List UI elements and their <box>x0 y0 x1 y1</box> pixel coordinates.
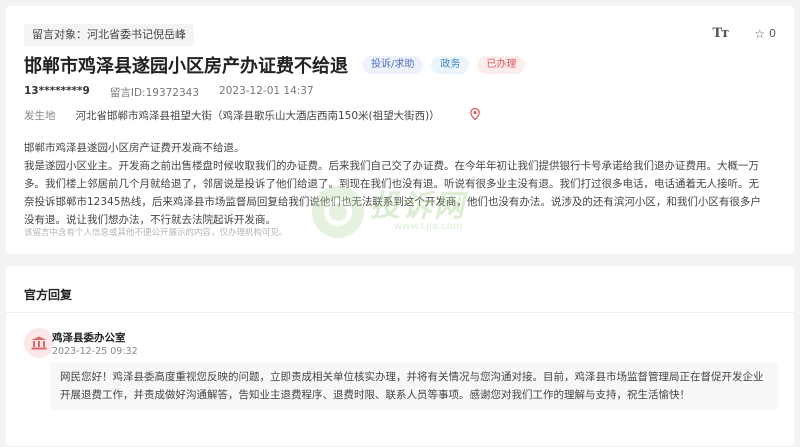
location-address: 河北省邯郸市鸡泽县祖望大街（鸡泽县歌乐山大酒店西南150米(祖望大街西)） <box>75 110 440 122</box>
location-row: 发生地 河北省邯郸市鸡泽县祖望大街（鸡泽县歌乐山大酒店西南150米(祖望大街西)… <box>24 107 480 123</box>
watermark-url: www.Ljia.com <box>394 221 463 232</box>
privacy-notice: 该留言中含有个人信息或其他不便公开展示的内容，仅办理机构可见。 <box>24 228 288 238</box>
favorite-count: 0 <box>769 27 776 40</box>
divider <box>6 312 794 313</box>
reply-date: 2023-12-25 09:32 <box>52 346 138 357</box>
message-datetime: 2023-12-01 14:37 <box>219 85 314 97</box>
font-size-icon: Tт <box>712 26 730 41</box>
star-icon: ☆ <box>754 26 765 41</box>
page-title: 邯郸市鸡泽县遂园小区房产办证费不给退 <box>24 56 348 77</box>
map-pin-icon[interactable] <box>469 107 480 123</box>
font-size-button[interactable]: Tт <box>712 26 730 41</box>
favorite-button[interactable]: ☆ 0 <box>754 27 776 41</box>
site-watermark: 投诉网 www.Ljia.com <box>312 186 466 238</box>
official-reply-card: 官方回复 鸡泽县委办公室 2023-12-25 09:32 网民您好！鸡泽县委高… <box>6 266 794 446</box>
reply-organization: 鸡泽县委办公室 <box>52 332 126 344</box>
status-badge: 已办理 <box>477 56 526 74</box>
reply-content: 网民您好！鸡泽县委高度重视您反映的问题，立即责成相关单位核实办理，并将有关情况与… <box>50 362 778 410</box>
message-subject: 邯郸市鸡泽县遂园小区房产证费开发商不给退。 <box>24 142 245 154</box>
user-id: 13********9 <box>24 85 90 97</box>
title-row: 邯郸市鸡泽县遂园小区房产办证费不给退 投诉/求助 政务 已办理 <box>24 52 526 78</box>
message-id: 留言ID:19372343 <box>109 87 200 99</box>
domain-badge: 政务 <box>431 56 470 74</box>
watermark-logo-icon <box>312 186 364 238</box>
meta-row: 13********9 留言ID:19372343 2023-12-01 14:… <box>24 85 314 100</box>
type-badge: 投诉/求助 <box>362 56 424 74</box>
reply-section-title: 官方回复 <box>24 288 73 302</box>
government-building-icon <box>24 328 54 358</box>
message-target-tag[interactable]: 留言对象：河北省委书记倪岳峰 <box>24 24 194 46</box>
toolbar: Tт ☆ 0 <box>713 26 777 41</box>
watermark-text: 投诉网 <box>370 189 466 224</box>
message-card: 留言对象：河北省委书记倪岳峰 Tт ☆ 0 邯郸市鸡泽县遂园小区房产办证费不给退… <box>6 6 794 254</box>
location-label: 发生地 <box>24 110 56 122</box>
